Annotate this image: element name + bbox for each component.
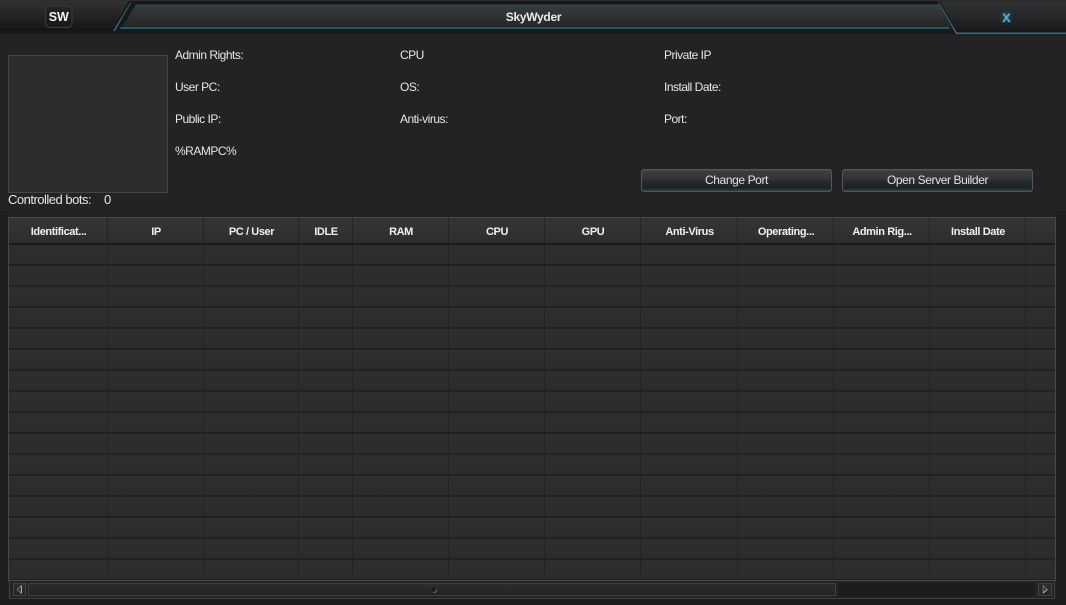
svg-text:SkyWyder: SkyWyder xyxy=(506,10,562,24)
svg-text:SW: SW xyxy=(49,10,69,24)
svg-text:x: x xyxy=(1002,9,1011,26)
